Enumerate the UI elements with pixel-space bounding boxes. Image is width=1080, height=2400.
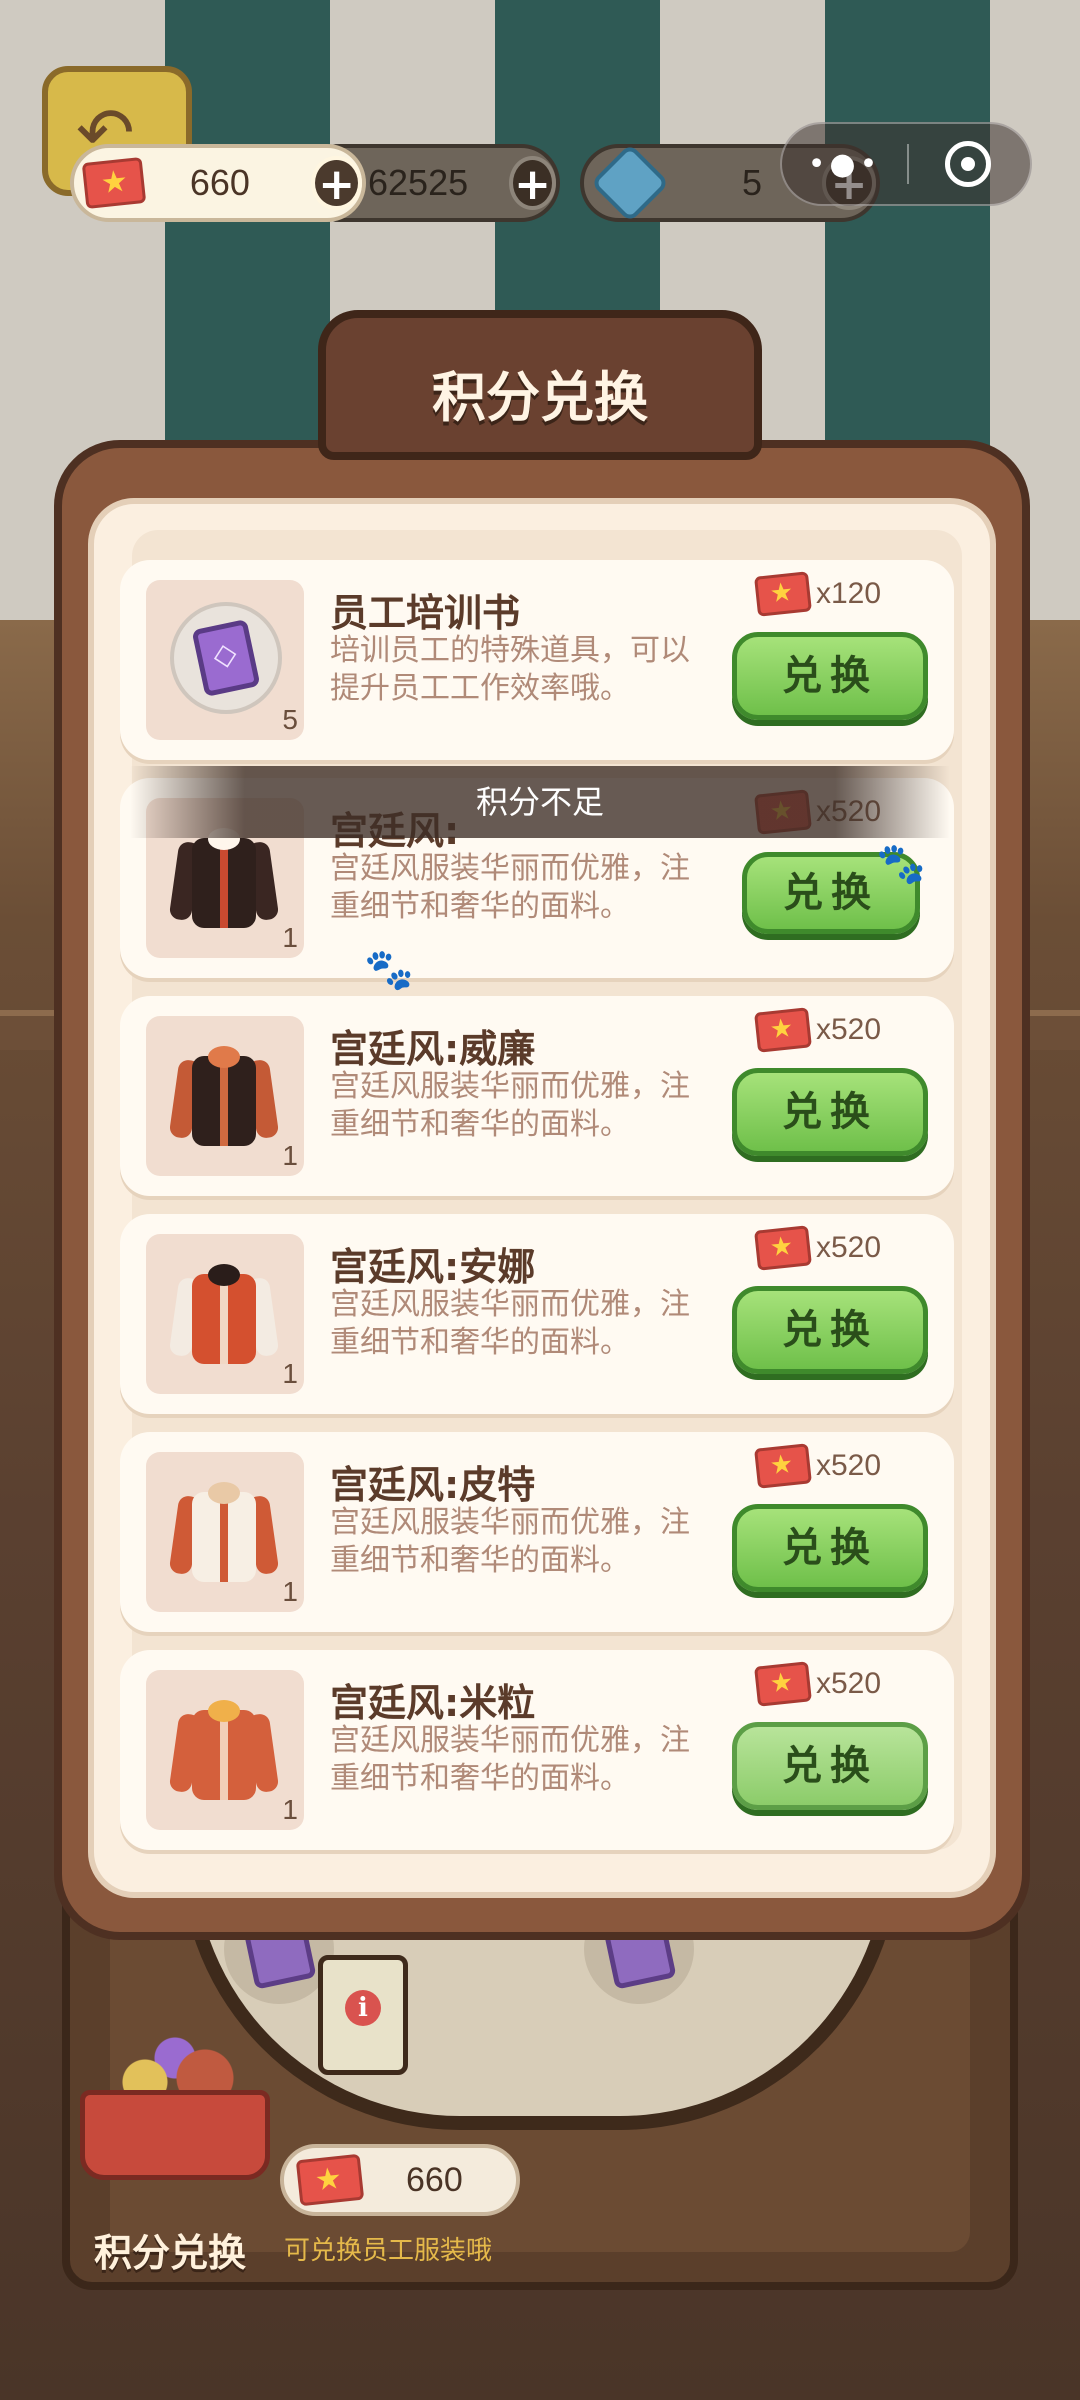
item-cost-value: x120 — [816, 577, 882, 610]
item-cost-value: x520 — [816, 1667, 882, 1700]
item-description: 宫廷风服装华丽而优雅，注重细节和奢华的面料。 — [330, 1723, 690, 1796]
exchange-button[interactable]: 兑换 — [732, 632, 928, 720]
item-thumbnail: 1 — [146, 1016, 304, 1176]
panel-header: 积分兑换 — [318, 310, 762, 460]
item-thumbnail: 1 — [146, 1234, 304, 1394]
item-quantity: 1 — [282, 1794, 298, 1825]
more-dots-icon[interactable]: •●• — [782, 147, 907, 182]
paw-icon: 🐾 — [364, 947, 414, 993]
item-cost: x520 — [754, 1661, 882, 1707]
paw-icon: 🐾 — [876, 841, 926, 887]
list-item: 1 宫廷风:安娜 宫廷风服装华丽而优雅，注重细节和奢华的面料。 x520 兑换 — [120, 1214, 954, 1414]
item-description: 宫廷风服装华丽而优雅，注重细节和奢华的面料。 — [330, 851, 690, 924]
points-exchange-hint: 可兑换员工服装哦 — [284, 2236, 493, 2266]
item-cost: x520 — [754, 1225, 882, 1271]
ticket-icon — [754, 1443, 812, 1489]
item-name: 宫廷风:皮特 — [330, 1463, 536, 1507]
exchange-button[interactable]: 兑换 — [732, 1068, 928, 1156]
item-quantity: 5 — [282, 704, 298, 735]
ticket-icon — [81, 156, 147, 210]
item-name: 宫廷风:威廉 — [330, 1027, 536, 1071]
item-quantity: 1 — [282, 922, 298, 953]
ticket-amount: 660 — [189, 162, 250, 203]
exchange-button[interactable]: 兑换 — [732, 1722, 928, 1810]
item-description: 宫廷风服装华丽而优雅，注重细节和奢华的面料。 — [330, 1069, 690, 1142]
list-item: 5 员工培训书 培训员工的特殊道具，可以提升员工工作效率哦。 x120 兑换 — [120, 560, 954, 760]
ticket-icon — [295, 2153, 365, 2207]
ticket-icon — [754, 571, 812, 617]
list-item: 1 宫廷风:米粒 宫廷风服装华丽而优雅，注重细节和奢华的面料。 x520 兑换 — [120, 1650, 954, 1850]
list-item: 1 宫廷风:皮特 宫廷风服装华丽而优雅，注重细节和奢华的面料。 x520 兑换 — [120, 1432, 954, 1632]
item-name: 宫廷风:安娜 — [330, 1245, 536, 1289]
exchange-list: 5 员工培训书 培训员工的特殊道具，可以提升员工工作效率哦。 x120 兑换 — [120, 530, 962, 1850]
gem-amount: 5 — [741, 162, 763, 203]
ticket-currency: 660 + — [70, 144, 366, 222]
list-item: 1 宫廷风:威廉 宫廷风服装华丽而优雅，注重细节和奢华的面料。 x520 兑换 — [120, 996, 954, 1196]
insufficient-points-toast: 积分不足 — [130, 766, 950, 838]
item-cost: x520 — [754, 1443, 882, 1489]
item-thumbnail: 1 — [146, 1670, 304, 1830]
ticket-icon — [754, 1225, 812, 1271]
coin-amount: 62525 — [368, 162, 469, 203]
training-book-icon — [170, 602, 282, 714]
item-cost-value: x520 — [816, 1449, 882, 1482]
item-quantity: 1 — [282, 1140, 298, 1171]
item-name: 员工培训书 — [330, 591, 521, 635]
item-cost: x520 — [754, 1007, 882, 1053]
court-outfit-william-icon — [168, 1038, 280, 1154]
panel-title: 积分兑换 — [432, 366, 648, 429]
item-description: 宫廷风服装华丽而优雅，注重细节和奢华的面料。 — [330, 1287, 690, 1360]
add-coins-button[interactable]: + — [509, 156, 556, 210]
mini-program-capsule: •●• — [780, 122, 1032, 206]
item-name: 宫廷风:米粒 — [330, 1681, 536, 1725]
exchange-button[interactable]: 兑换 — [732, 1504, 928, 1592]
target-close-icon[interactable] — [945, 141, 991, 187]
court-outfit-pete-icon — [168, 1474, 280, 1590]
item-description: 培训员工的特殊道具，可以提升员工工作效率哦。 — [330, 633, 690, 706]
bottom-ticket-counter: 660 — [280, 2144, 520, 2216]
item-cost-value: x520 — [816, 1013, 882, 1046]
item-thumbnail: 5 — [146, 580, 304, 740]
item-thumbnail: 1 — [146, 1452, 304, 1612]
wheel-center-info-icon — [318, 1955, 408, 2075]
court-outfit-mili-icon — [168, 1692, 280, 1808]
clothes-basket-icon[interactable] — [70, 2020, 280, 2180]
item-description: 宫廷风服装华丽而优雅，注重细节和奢华的面料。 — [330, 1505, 690, 1578]
gem-icon — [590, 143, 670, 223]
ticket-icon — [754, 1661, 812, 1707]
item-quantity: 1 — [282, 1358, 298, 1389]
exchange-button[interactable]: 兑换 — [732, 1286, 928, 1374]
capsule-divider — [907, 144, 909, 184]
ticket-icon — [754, 1007, 812, 1053]
item-cost: x120 — [754, 571, 882, 617]
points-exchange-label[interactable]: 积分兑换 — [94, 2222, 246, 2277]
court-outfit-anna-icon — [168, 1256, 280, 1372]
add-tickets-button[interactable]: + — [311, 156, 362, 210]
exchange-panel: 5 员工培训书 培训员工的特殊道具，可以提升员工工作效率哦。 x120 兑换 — [54, 440, 1030, 1940]
item-quantity: 1 — [282, 1576, 298, 1607]
item-cost-value: x520 — [816, 1231, 882, 1264]
exchange-panel-inner: 5 员工培训书 培训员工的特殊道具，可以提升员工工作效率哦。 x120 兑换 — [88, 498, 996, 1898]
bottom-ticket-amount: 660 — [406, 2160, 463, 2199]
